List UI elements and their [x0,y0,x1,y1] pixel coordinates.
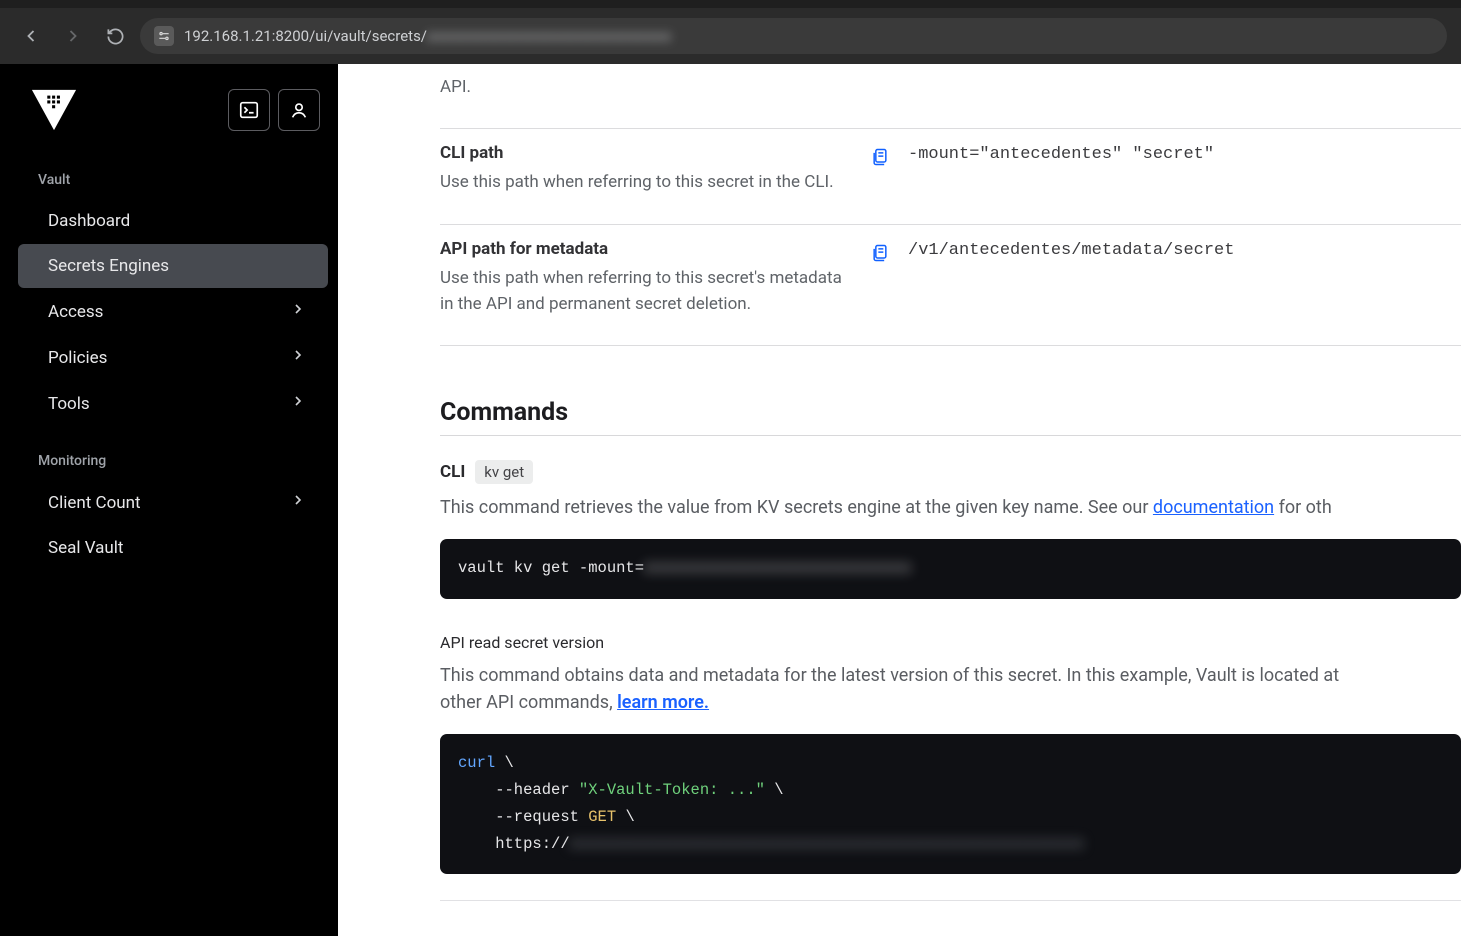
chevron-right-icon [290,347,306,368]
api-read-desc: This command obtains data and metadata f… [440,662,1461,716]
chevron-right-icon [290,301,306,322]
chevron-right-icon [290,492,306,513]
copy-icon[interactable] [870,147,890,167]
metadata-path-title: API path for metadata [440,239,850,259]
back-button[interactable] [14,19,48,53]
cli-path-desc: Use this path when referring to this sec… [440,169,850,195]
console-button[interactable] [228,89,270,131]
api-path-desc-trail: API. [440,74,850,100]
learn-more-link[interactable]: learn more. [617,692,709,713]
user-button[interactable] [278,89,320,131]
copy-icon[interactable] [870,243,890,263]
cli-description: This command retrieves the value from KV… [440,494,1461,521]
sidebar-item-access[interactable]: Access [18,289,328,334]
kv-get-pill: kv get [475,460,533,484]
cli-code-block: vault kv get -mount=xxxxxxxxxxxxxxxxxxxx… [440,539,1461,598]
forward-button[interactable] [56,19,90,53]
sidebar-section-vault: Vault [8,166,338,198]
cli-label: CLI [440,462,465,482]
api-code-block: curl \ --header "X-Vault-Token: ..." \ -… [440,734,1461,875]
vault-logo [30,86,78,134]
browser-toolbar: 192.168.1.21:8200/ui/vault/secrets/xxxxx… [0,8,1461,64]
sidebar-item-tools[interactable]: Tools [18,381,328,426]
url-text: 192.168.1.21:8200/ui/vault/secrets/xxxxx… [184,27,672,45]
api-read-title: API read secret version [440,633,1461,652]
sidebar-item-dashboard[interactable]: Dashboard [18,199,328,243]
site-info-icon[interactable] [154,26,174,46]
sidebar-item-secrets-engines[interactable]: Secrets Engines [18,244,328,288]
sidebar-item-policies[interactable]: Policies [18,335,328,380]
documentation-link[interactable]: documentation [1153,497,1274,518]
chevron-right-icon [290,393,306,414]
sidebar-item-seal-vault[interactable]: Seal Vault [18,526,328,570]
cli-path-title: CLI path [440,143,850,163]
metadata-path-value: /v1/antecedentes/metadata/secret [908,241,1234,260]
sidebar-item-client-count[interactable]: Client Count [18,480,328,525]
commands-heading: Commands [440,390,1461,436]
reload-button[interactable] [98,19,132,53]
sidebar-section-monitoring: Monitoring [8,447,338,479]
address-bar[interactable]: 192.168.1.21:8200/ui/vault/secrets/xxxxx… [140,18,1447,54]
metadata-path-desc: Use this path when referring to this sec… [440,265,850,318]
sidebar: Vault Dashboard Secrets Engines Access P… [8,64,338,936]
cli-path-value: -mount="antecedentes" "secret" [908,145,1214,164]
